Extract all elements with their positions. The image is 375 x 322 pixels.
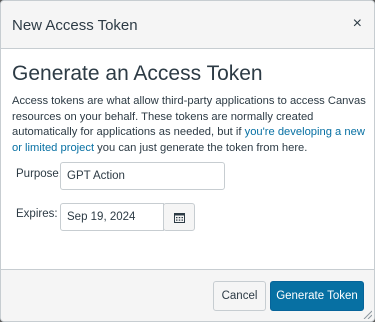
dialog-footer: Cancel Generate Token — [1, 269, 374, 321]
dialog-title: New Access Token — [12, 17, 138, 34]
access-token-dialog: New Access Token × Generate an Access To… — [0, 0, 375, 322]
description-text-end: you can just generate the token from her… — [94, 141, 308, 154]
dialog-body: Generate an Access Token Access tokens a… — [1, 50, 374, 269]
page-heading: Generate an Access Token — [12, 62, 263, 85]
expires-date-input[interactable]: Sep 19, 2024 — [60, 203, 164, 231]
purpose-input[interactable]: GPT Action — [60, 162, 225, 190]
close-icon[interactable]: × — [353, 15, 362, 33]
resize-handle-icon[interactable] — [362, 309, 372, 319]
date-picker-button[interactable] — [163, 203, 195, 231]
generate-token-button[interactable]: Generate Token — [270, 281, 364, 311]
purpose-label: Purpose: — [16, 168, 63, 180]
dialog-titlebar: New Access Token × — [1, 1, 374, 49]
calendar-icon — [173, 212, 185, 223]
cancel-button[interactable]: Cancel — [213, 281, 266, 311]
description: Access tokens are what allow third-party… — [12, 94, 368, 156]
expires-label: Expires: — [16, 208, 58, 220]
